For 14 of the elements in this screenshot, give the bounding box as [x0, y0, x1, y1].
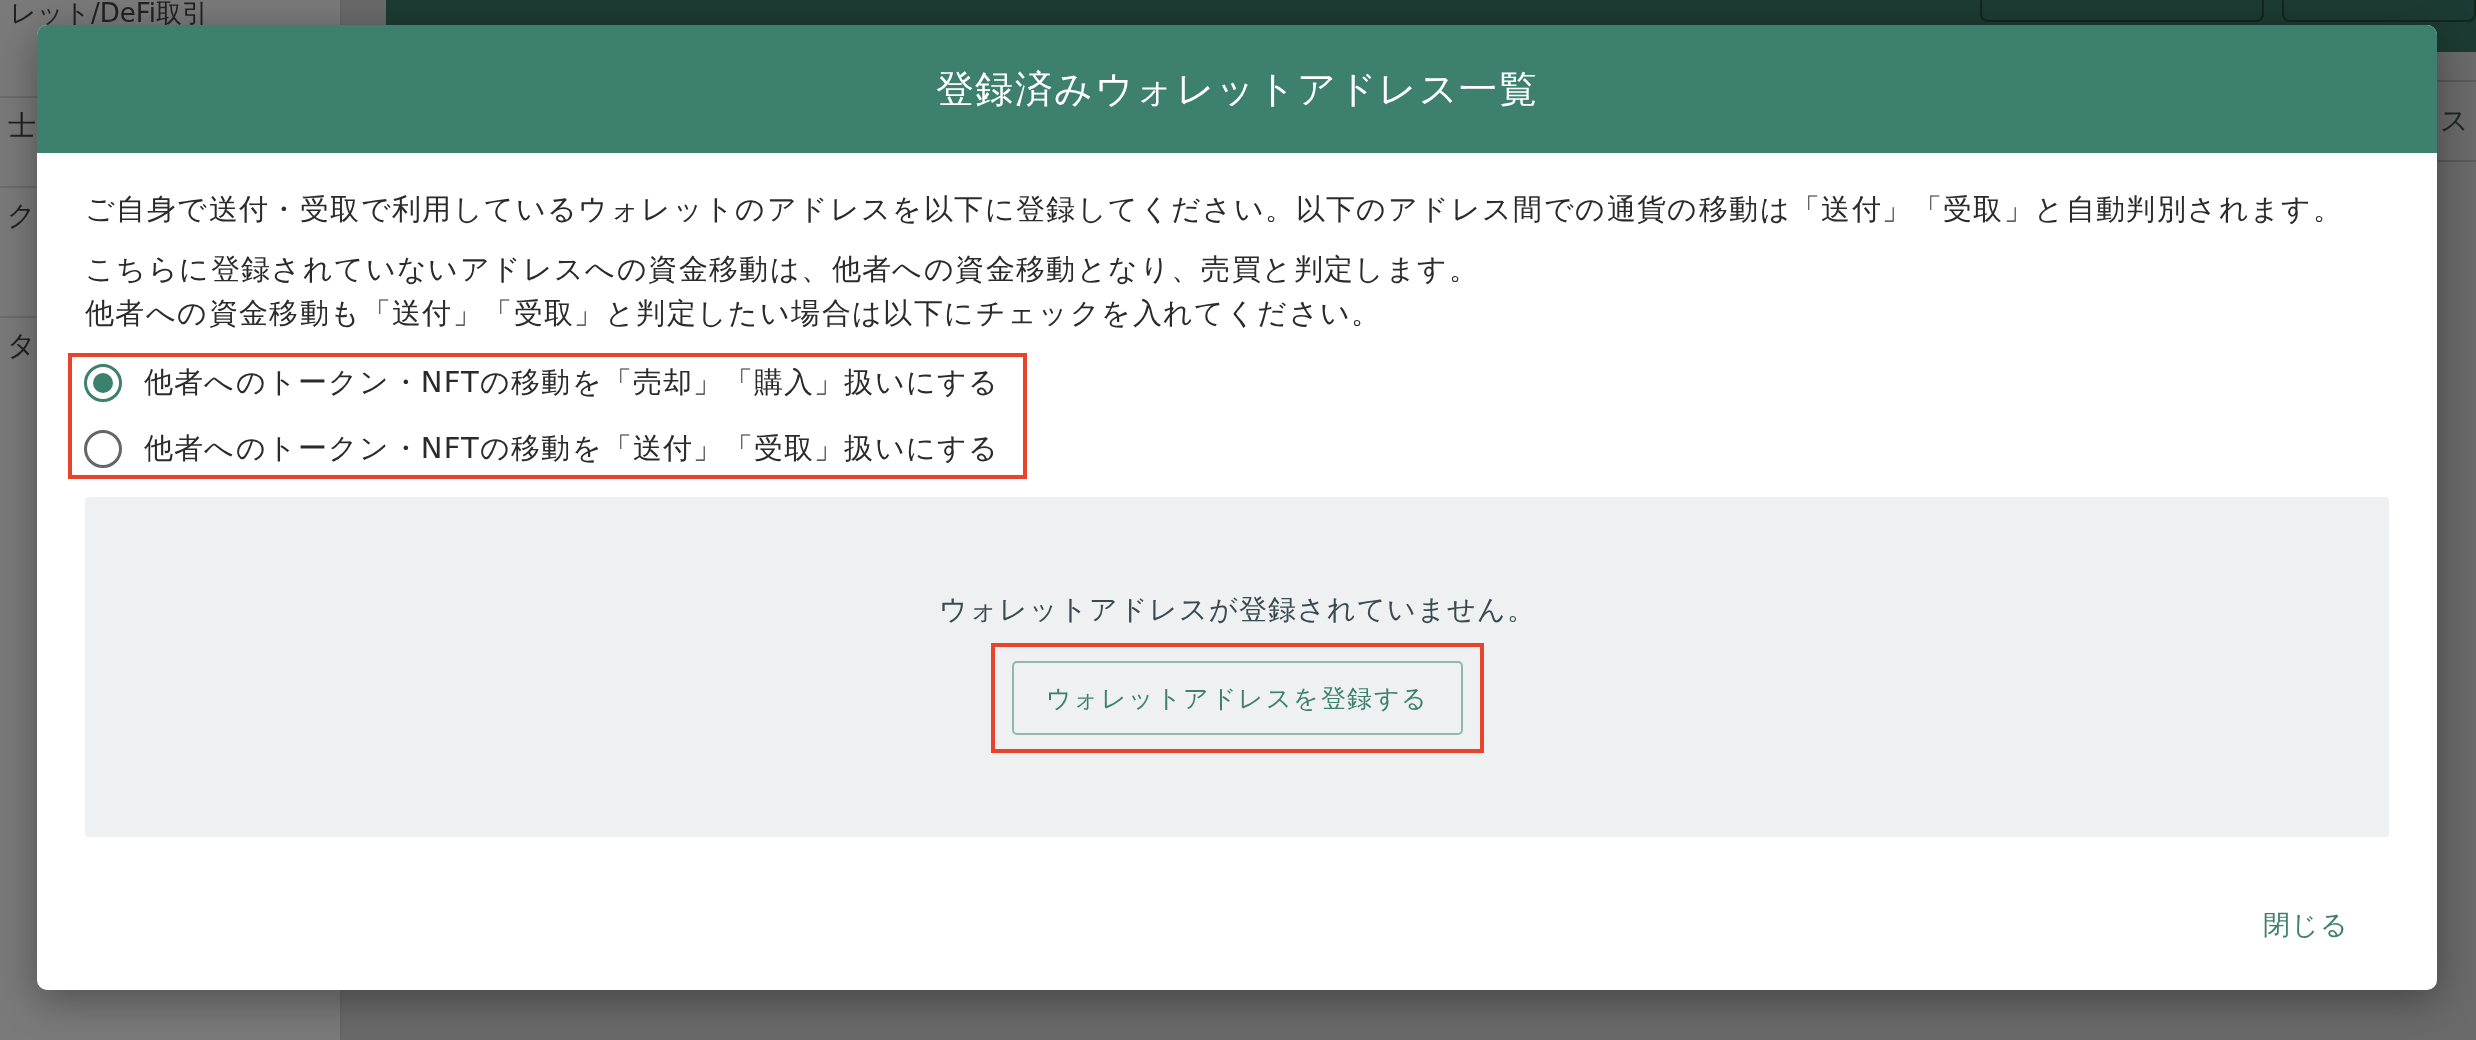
sidebar-item[interactable]: 士 — [0, 106, 36, 146]
column-label: ス — [2440, 103, 2470, 139]
close-link[interactable]: 閉じる — [2263, 907, 2349, 943]
sidebar-item[interactable]: レット/DeFi取引 — [0, 0, 209, 26]
note-text: 他者への資金移動も「送付」「受取」と判定したい場合は以下にチェックを入れてください。 — [85, 295, 1383, 332]
note-text: こちらに登録されていないアドレスへの資金移動は、他者への資金移動となり、売買と判定します。 — [85, 251, 1480, 288]
radio-icon[interactable] — [84, 364, 122, 402]
register-button[interactable]: ウォレットアドレスを登録する — [1011, 661, 1463, 735]
sidebar-item[interactable]: ク — [0, 196, 36, 236]
sidebar-item[interactable]: タ — [0, 326, 36, 366]
empty-message: ウォレットアドレスが登録されていません。 — [938, 592, 1536, 628]
dialog-title: 登録済みウォレットアドレス一覧 — [935, 65, 1539, 113]
radio-icon[interactable] — [84, 430, 122, 468]
intro-text: ご自身で送付・受取で利用しているウォレットのアドレスを以下に登録してください。以下のアドレス間での通貨の移動は「送付」「受取」と自動判別されます。 — [85, 191, 2345, 228]
